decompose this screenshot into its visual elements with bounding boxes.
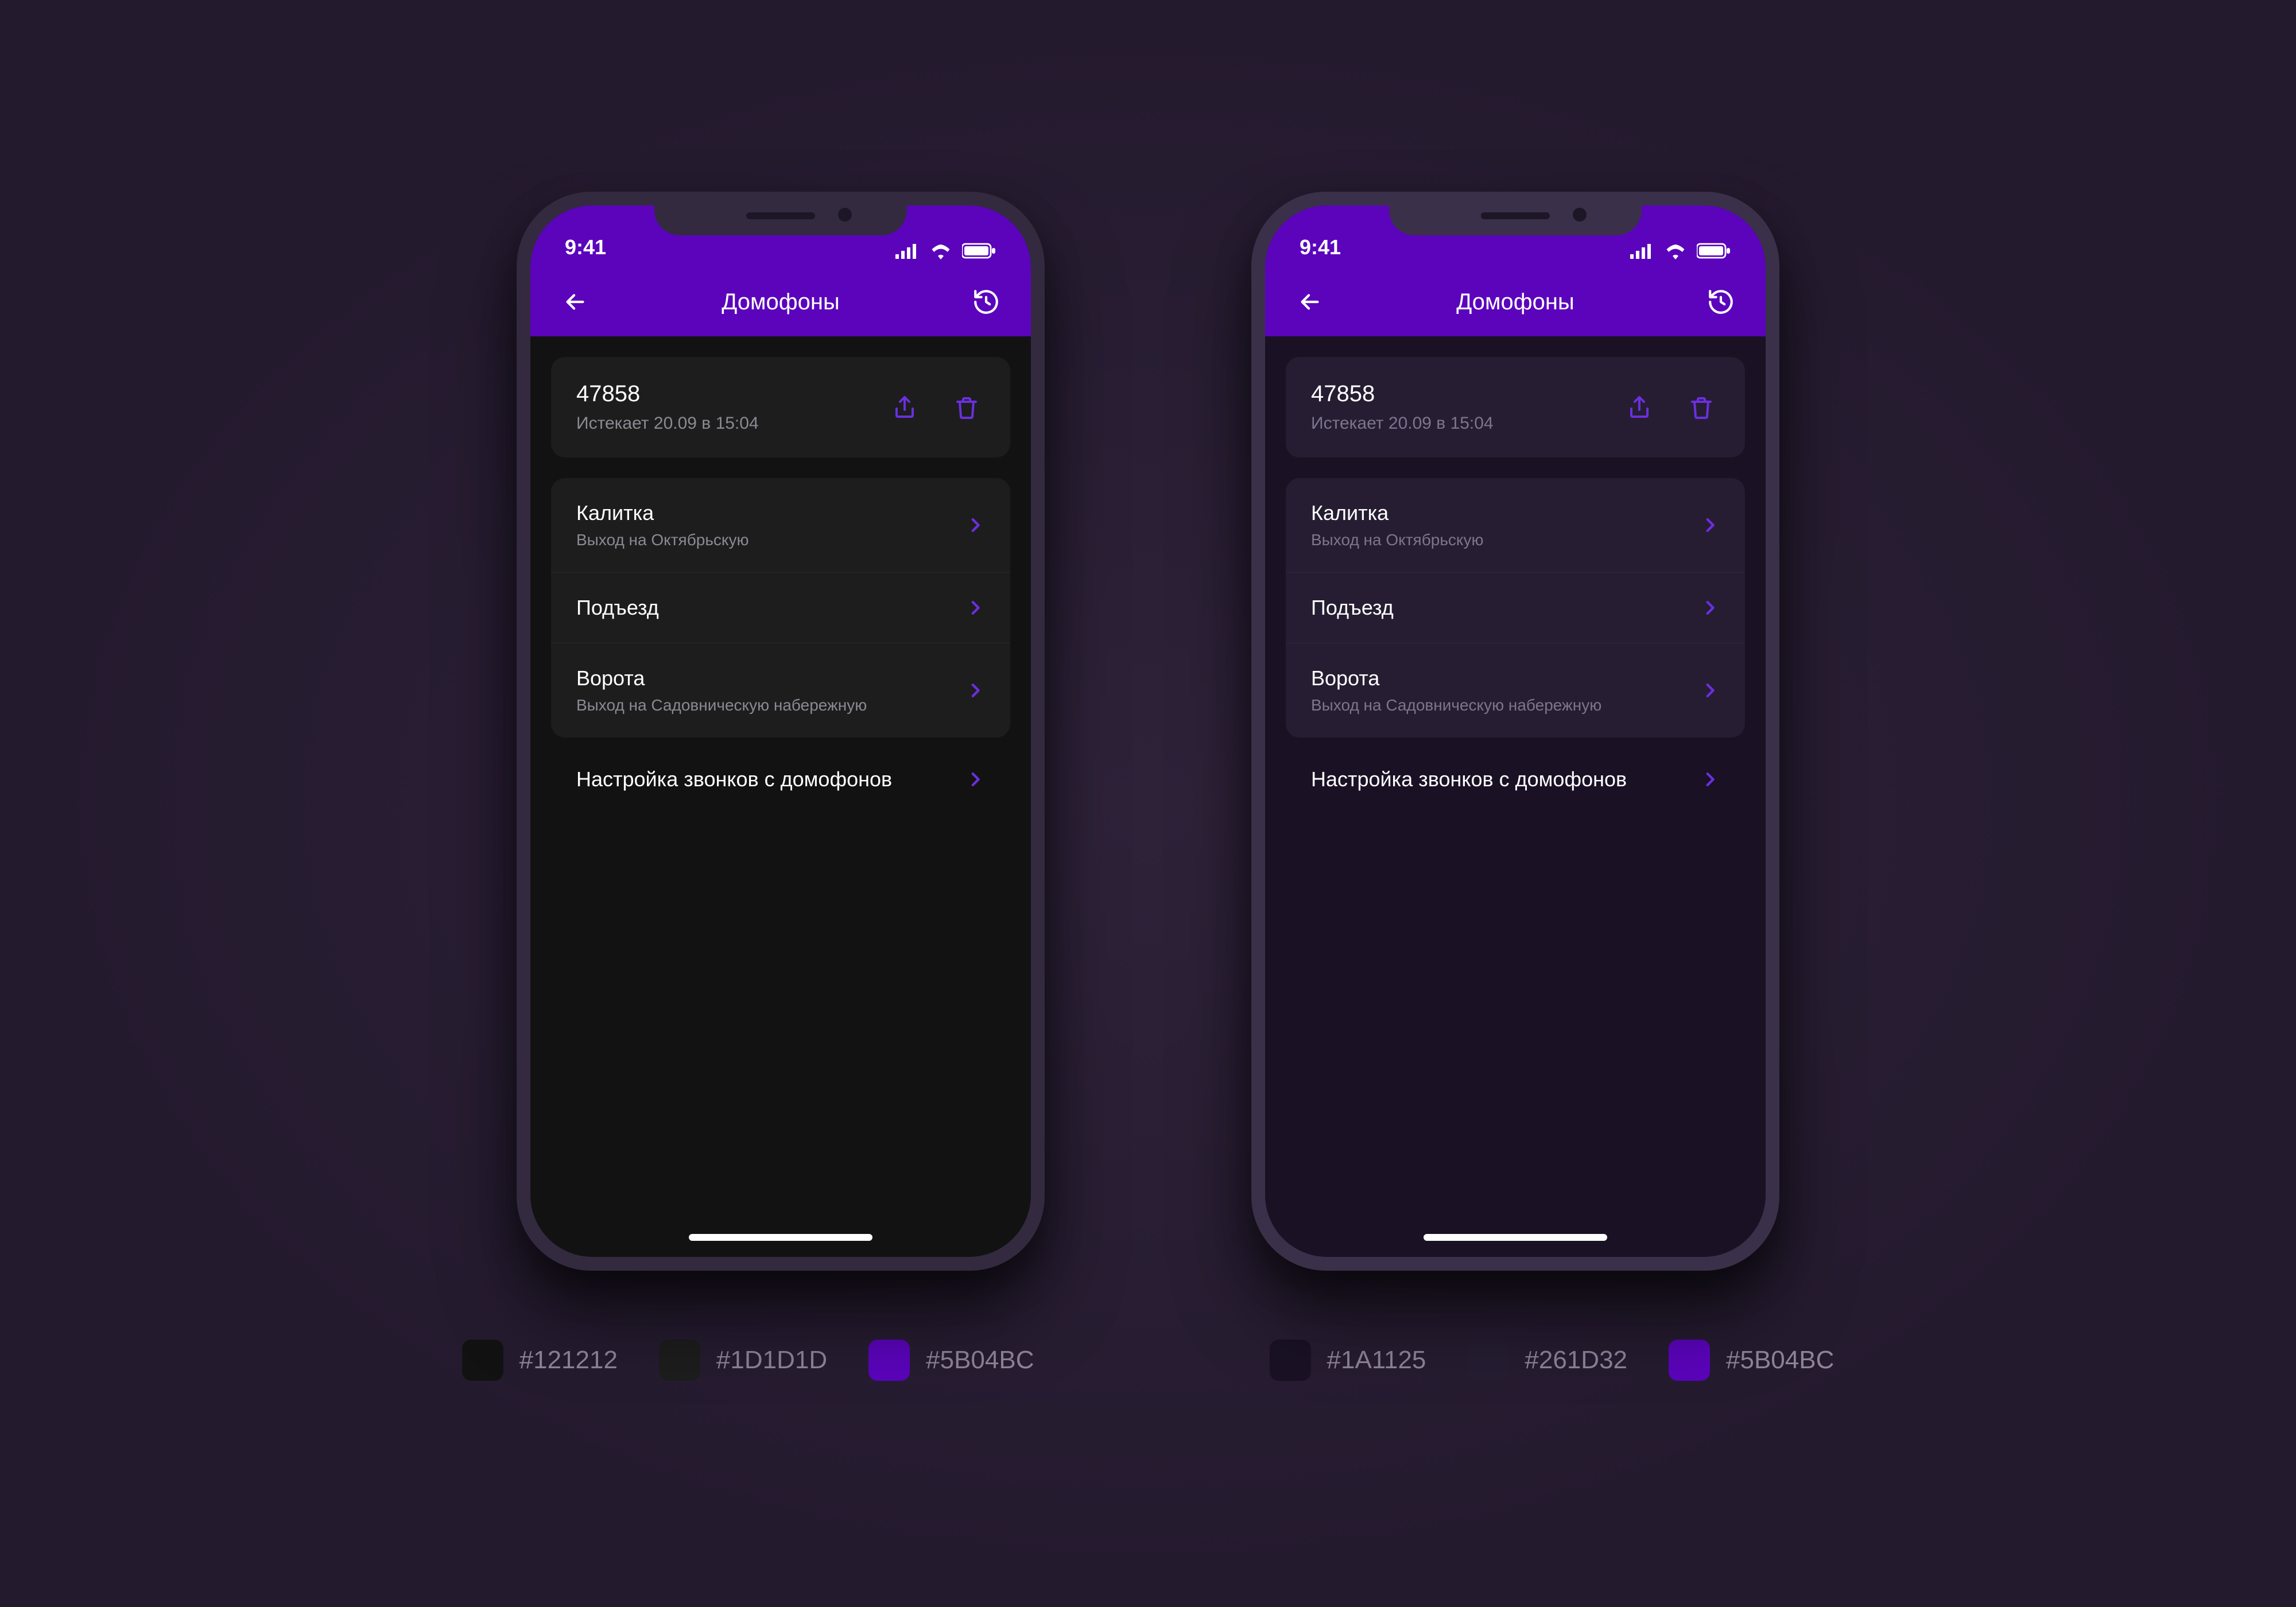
arrow-left-icon <box>1297 289 1323 315</box>
door-item-entrance[interactable]: Подъезд <box>551 572 1010 643</box>
chevron-right-icon <box>965 770 985 789</box>
intercom-settings-link[interactable]: Настройка звонков с домофонов <box>1286 758 1745 801</box>
swatch-item: #261D32 <box>1467 1340 1627 1381</box>
phone-screen: 9:41 Домофоны <box>1265 205 1766 1257</box>
color-swatch <box>1270 1340 1311 1381</box>
chevron-right-icon <box>1700 681 1720 700</box>
door-subtitle: Выход на Октябрьскую <box>576 531 748 549</box>
home-indicator[interactable] <box>689 1234 872 1241</box>
app-header: Домофоны <box>1265 267 1766 336</box>
door-item-gate[interactable]: Калитка Выход на Октябрьскую <box>551 478 1010 572</box>
swatch-hex: #1A1125 <box>1327 1346 1426 1375</box>
doors-list: Калитка Выход на Октябрьскую Подъезд <box>1286 478 1745 737</box>
swatch-item: #5B04BC <box>868 1340 1034 1381</box>
swatch-item: #121212 <box>462 1340 618 1381</box>
access-code-value: 47858 <box>576 381 759 407</box>
access-code-expiry: Истекает 20.09 в 15:04 <box>576 414 759 433</box>
delete-button[interactable] <box>948 389 985 426</box>
swatch-item: #5B04BC <box>1669 1340 1834 1381</box>
door-item-entrance[interactable]: Подъезд <box>1286 572 1745 643</box>
swatch-hex: #5B04BC <box>1726 1346 1834 1375</box>
access-code-expiry: Истекает 20.09 в 15:04 <box>1311 414 1494 433</box>
color-swatch <box>868 1340 910 1381</box>
trash-icon <box>953 394 980 421</box>
wifi-icon <box>1663 242 1688 259</box>
status-time: 9:41 <box>565 235 606 259</box>
door-subtitle: Выход на Садовническую набережную <box>576 696 867 715</box>
palette-tint: #1A1125 #261D32 #5B04BC <box>1270 1340 1835 1381</box>
door-subtitle: Выход на Садовническую набережную <box>1311 696 1601 715</box>
door-title: Подъезд <box>576 596 659 620</box>
access-code-value: 47858 <box>1311 381 1494 407</box>
chevron-right-icon <box>1700 770 1720 789</box>
intercom-settings-link[interactable]: Настройка звонков с домофонов <box>551 758 1010 801</box>
swatch-item: #1D1D1D <box>659 1340 827 1381</box>
doors-list: Калитка Выход на Октябрьскую Подъезд <box>551 478 1010 737</box>
phone-mockup-dark: 9:41 Домофоны <box>517 192 1045 1271</box>
access-code-card: 47858 Истекает 20.09 в 15:04 <box>1286 357 1745 457</box>
share-icon <box>1626 394 1653 421</box>
settings-link-label: Настройка звонков с домофонов <box>576 767 892 791</box>
header-title: Домофоны <box>722 289 840 315</box>
swatch-hex: #121212 <box>519 1346 618 1375</box>
chevron-right-icon <box>1700 515 1720 535</box>
history-icon <box>972 288 1000 316</box>
settings-link-label: Настройка звонков с домофонов <box>1311 767 1627 791</box>
chevron-right-icon <box>965 598 985 618</box>
door-subtitle: Выход на Октябрьскую <box>1311 531 1483 549</box>
door-item-gate[interactable]: Калитка Выход на Октябрьскую <box>1286 478 1745 572</box>
battery-icon <box>1697 243 1731 259</box>
battery-icon <box>962 243 996 259</box>
phone-notch <box>1389 192 1642 235</box>
color-swatch <box>659 1340 700 1381</box>
header-title: Домофоны <box>1456 289 1574 315</box>
status-indicators <box>894 242 996 259</box>
share-button[interactable] <box>1621 389 1658 426</box>
door-title: Калитка <box>576 501 748 525</box>
chevron-right-icon <box>965 515 985 535</box>
arrow-left-icon <box>562 289 588 315</box>
chevron-right-icon <box>965 681 985 700</box>
history-icon <box>1707 288 1735 316</box>
delete-button[interactable] <box>1683 389 1720 426</box>
share-icon <box>891 394 918 421</box>
door-title: Калитка <box>1311 501 1483 525</box>
access-code-card: 47858 Истекает 20.09 в 15:04 <box>551 357 1010 457</box>
signal-icon <box>1629 243 1654 259</box>
swatch-hex: #1D1D1D <box>716 1346 827 1375</box>
wifi-icon <box>929 242 953 259</box>
back-button[interactable] <box>1292 284 1328 320</box>
color-swatch <box>1669 1340 1710 1381</box>
share-button[interactable] <box>886 389 923 426</box>
status-time: 9:41 <box>1300 235 1341 259</box>
trash-icon <box>1688 394 1715 421</box>
door-item-vehiclegate[interactable]: Ворота Выход на Садовническую набережную <box>1286 643 1745 737</box>
color-swatch <box>1467 1340 1508 1381</box>
palette-legend: #121212 #1D1D1D #5B04BC #1A1125 #261D32 <box>462 1340 1835 1381</box>
history-button[interactable] <box>968 284 1004 320</box>
door-item-vehiclegate[interactable]: Ворота Выход на Садовническую набережную <box>551 643 1010 737</box>
swatch-item: #1A1125 <box>1270 1340 1426 1381</box>
phone-mockup-tint: 9:41 Домофоны <box>1251 192 1779 1271</box>
phone-screen: 9:41 Домофоны <box>530 205 1031 1257</box>
door-title: Подъезд <box>1311 596 1394 620</box>
swatch-hex: #5B04BC <box>926 1346 1034 1375</box>
door-title: Ворота <box>576 666 867 690</box>
palette-dark: #121212 #1D1D1D #5B04BC <box>462 1340 1034 1381</box>
door-title: Ворота <box>1311 666 1601 690</box>
back-button[interactable] <box>557 284 594 320</box>
history-button[interactable] <box>1702 284 1739 320</box>
swatch-hex: #261D32 <box>1525 1346 1627 1375</box>
app-header: Домофоны <box>530 267 1031 336</box>
chevron-right-icon <box>1700 598 1720 618</box>
phone-notch <box>654 192 907 235</box>
color-swatch <box>462 1340 503 1381</box>
home-indicator[interactable] <box>1424 1234 1607 1241</box>
status-indicators <box>1629 242 1731 259</box>
signal-icon <box>894 243 920 259</box>
